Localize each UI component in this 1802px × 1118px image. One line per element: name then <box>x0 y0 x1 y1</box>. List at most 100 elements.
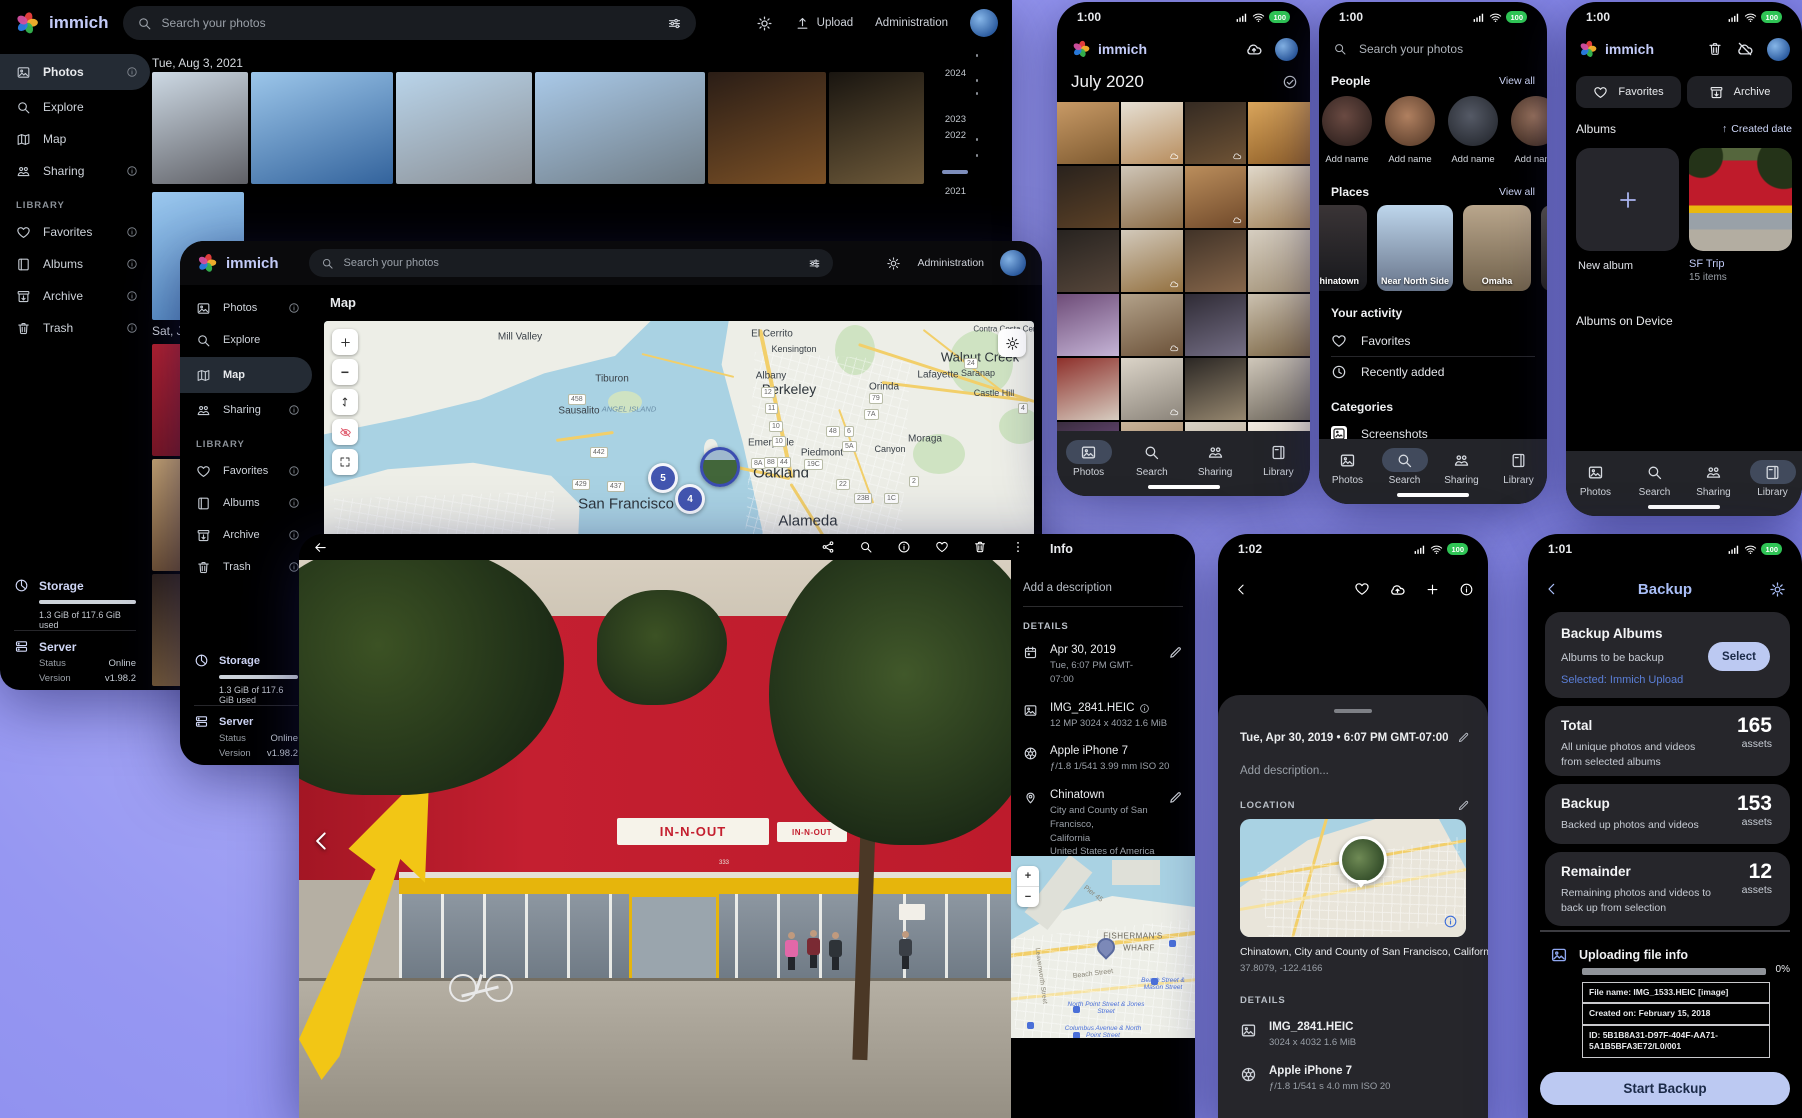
info-icon[interactable] <box>126 66 138 78</box>
favorites-chip[interactable]: Favorites <box>1576 76 1681 108</box>
map-cluster-marker[interactable]: 4 <box>675 484 705 514</box>
sidebar-item-favorites[interactable]: Favorites <box>0 217 150 247</box>
location-map[interactable] <box>1240 819 1466 937</box>
nav-tab-sharing[interactable]: Sharing <box>1187 440 1243 478</box>
theme-toggle-icon[interactable] <box>756 15 773 32</box>
info-icon[interactable] <box>288 465 300 477</box>
photo-thumbnail[interactable] <box>1057 166 1119 228</box>
edit-date-icon[interactable] <box>1457 731 1470 744</box>
activity-item-favorites[interactable]: Favorites <box>1331 326 1535 357</box>
info-icon[interactable] <box>897 540 911 554</box>
activity-item-recently-added[interactable]: Recently added <box>1331 357 1535 387</box>
sidebar-item-photos[interactable]: Photos <box>180 293 312 323</box>
sidebar-item-albums[interactable]: Albums <box>180 488 312 518</box>
settings-gear-icon[interactable] <box>1769 581 1786 598</box>
person-face-item[interactable]: Add name <box>1448 96 1498 176</box>
photo-thumbnail[interactable] <box>1185 358 1247 420</box>
album-name[interactable]: SF Trip <box>1689 258 1724 270</box>
search-input[interactable]: Search your photos <box>309 249 833 277</box>
backup-cloud-icon[interactable] <box>1245 40 1263 58</box>
info-icon[interactable] <box>126 290 138 302</box>
info-icon[interactable] <box>126 258 138 270</box>
home-indicator[interactable] <box>1397 493 1469 497</box>
share-icon[interactable] <box>821 540 835 554</box>
sidebar-item-photos[interactable]: Photos <box>0 54 150 90</box>
add-name-label[interactable]: Add name <box>1511 154 1547 165</box>
photo-thumbnail[interactable] <box>396 72 532 184</box>
user-avatar[interactable] <box>1767 38 1790 61</box>
add-to-album-icon[interactable] <box>1425 582 1440 597</box>
search-input[interactable]: Search your photos <box>123 6 696 40</box>
sidebar-item-sharing[interactable]: Sharing <box>0 156 150 186</box>
places-view-all[interactable]: View all <box>1499 186 1535 198</box>
sidebar-item-archive[interactable]: Archive <box>0 281 150 311</box>
nav-tab-search[interactable]: Search <box>1627 460 1683 498</box>
photo-thumbnail[interactable] <box>708 72 826 184</box>
sidebar-item-favorites[interactable]: Favorites <box>180 456 312 486</box>
photo-thumbnail[interactable] <box>1185 230 1247 292</box>
immich-logo[interactable]: immich <box>14 10 109 36</box>
sidebar-item-explore[interactable]: Explore <box>0 92 150 122</box>
delete-icon[interactable] <box>973 540 987 554</box>
filter-icon[interactable] <box>808 257 821 270</box>
info-icon[interactable] <box>1443 914 1458 929</box>
photo-thumbnail[interactable] <box>829 72 924 184</box>
search-input[interactable]: Search your photos <box>1333 36 1535 62</box>
user-avatar[interactable] <box>970 9 998 37</box>
photo-thumbnail[interactable] <box>1185 166 1247 228</box>
sidebar-item-trash[interactable]: Trash <box>0 313 150 343</box>
map-zoom-in-button[interactable] <box>332 329 358 355</box>
add-name-label[interactable]: Add name <box>1448 154 1498 165</box>
photo-thumbnail[interactable] <box>535 72 705 184</box>
map-photo-marker[interactable] <box>1339 836 1387 884</box>
map-cluster-marker[interactable]: 5 <box>648 463 678 493</box>
immich-logo[interactable]: immich <box>196 252 279 274</box>
info-icon[interactable] <box>126 165 138 177</box>
sidebar-item-trash[interactable]: Trash <box>180 552 312 582</box>
back-icon[interactable] <box>313 540 328 555</box>
description-input[interactable]: Add a description <box>1011 564 1195 606</box>
archive-chip[interactable]: Archive <box>1687 76 1792 108</box>
map-zoom-out-button[interactable]: − <box>332 359 358 385</box>
edit-location-icon[interactable] <box>1457 799 1470 812</box>
sort-button[interactable]: ↑ Created date <box>1722 123 1792 135</box>
more-options-icon[interactable] <box>1011 540 1025 554</box>
previous-photo-chevron-icon[interactable] <box>309 828 335 854</box>
info-icon[interactable] <box>126 226 138 238</box>
photo-thumbnail[interactable] <box>251 72 393 184</box>
select-all-check-icon[interactable] <box>1282 74 1298 90</box>
administration-link[interactable]: Administration <box>875 17 948 29</box>
back-chevron-icon[interactable] <box>1234 582 1249 597</box>
map-zoom-in-button[interactable]: + <box>1017 866 1039 887</box>
nav-tab-search[interactable]: Search <box>1377 448 1433 486</box>
people-view-all[interactable]: View all <box>1499 75 1535 87</box>
theme-toggle-icon[interactable] <box>886 256 901 271</box>
photo-thumbnail[interactable] <box>1121 166 1183 228</box>
map-zoom-out-button[interactable]: − <box>1017 887 1039 907</box>
sidebar-item-explore[interactable]: Explore <box>180 325 312 355</box>
place-item[interactable]: Pi <box>1541 205 1547 291</box>
photo-thumbnail[interactable] <box>1057 102 1119 164</box>
nav-tab-library[interactable]: Library <box>1745 460 1801 498</box>
photo-thumbnail[interactable] <box>152 72 248 184</box>
cloud-off-icon[interactable] <box>1736 40 1754 58</box>
description-input[interactable]: Add description... <box>1240 765 1329 777</box>
photo-thumbnail[interactable] <box>1121 358 1183 420</box>
user-avatar[interactable] <box>1000 250 1026 276</box>
photo-thumbnail[interactable] <box>1057 358 1119 420</box>
place-item[interactable]: Omaha <box>1463 205 1531 291</box>
photo-thumbnail[interactable] <box>1121 294 1183 356</box>
info-icon[interactable] <box>288 302 300 314</box>
photo-thumbnail[interactable] <box>1121 230 1183 292</box>
add-name-label[interactable]: Add name <box>1385 154 1435 165</box>
nav-tab-sharing[interactable]: Sharing <box>1686 460 1742 498</box>
photo-thumbnail[interactable] <box>1057 230 1119 292</box>
photo-thumbnail[interactable] <box>1185 102 1247 164</box>
map-hide-markers-button[interactable] <box>332 419 358 445</box>
photo-thumbnail[interactable] <box>1248 230 1310 292</box>
home-indicator[interactable] <box>1148 485 1220 489</box>
user-avatar[interactable] <box>1275 38 1298 61</box>
favorite-icon[interactable] <box>1354 581 1370 597</box>
person-face-item[interactable]: Add name <box>1511 96 1547 176</box>
photo-thumbnail[interactable] <box>1248 294 1310 356</box>
